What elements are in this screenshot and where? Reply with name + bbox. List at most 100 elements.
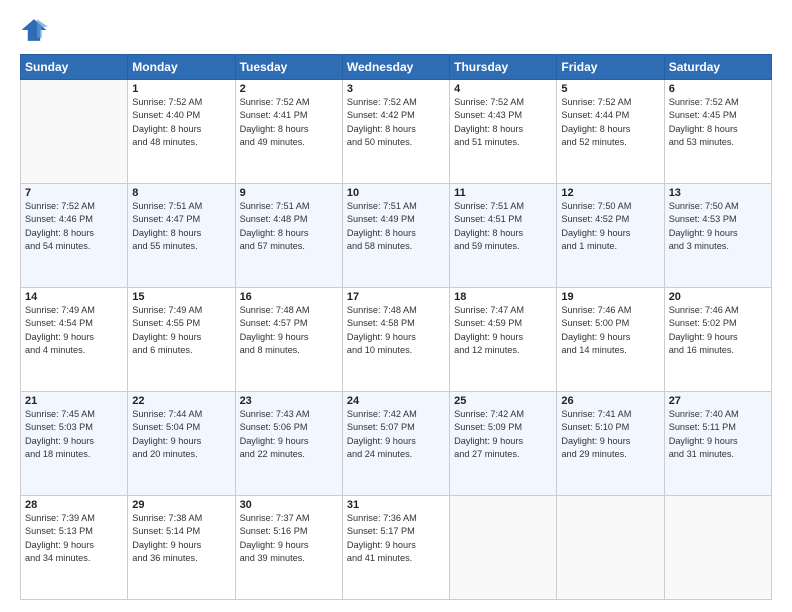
day-number: 6 [669, 83, 767, 95]
day-info: Sunrise: 7:46 AM Sunset: 5:02 PM Dayligh… [669, 304, 767, 357]
logo-icon [20, 16, 48, 44]
calendar-week-row: 14Sunrise: 7:49 AM Sunset: 4:54 PM Dayli… [21, 288, 772, 392]
day-info: Sunrise: 7:51 AM Sunset: 4:47 PM Dayligh… [132, 200, 230, 253]
day-info: Sunrise: 7:49 AM Sunset: 4:54 PM Dayligh… [25, 304, 123, 357]
day-number: 19 [561, 291, 659, 303]
day-info: Sunrise: 7:50 AM Sunset: 4:52 PM Dayligh… [561, 200, 659, 253]
day-number: 20 [669, 291, 767, 303]
day-info: Sunrise: 7:39 AM Sunset: 5:13 PM Dayligh… [25, 512, 123, 565]
day-number: 16 [240, 291, 338, 303]
day-number: 31 [347, 499, 445, 511]
day-info: Sunrise: 7:48 AM Sunset: 4:57 PM Dayligh… [240, 304, 338, 357]
day-info: Sunrise: 7:36 AM Sunset: 5:17 PM Dayligh… [347, 512, 445, 565]
day-info: Sunrise: 7:38 AM Sunset: 5:14 PM Dayligh… [132, 512, 230, 565]
calendar-cell: 22Sunrise: 7:44 AM Sunset: 5:04 PM Dayli… [128, 392, 235, 496]
calendar-cell: 8Sunrise: 7:51 AM Sunset: 4:47 PM Daylig… [128, 184, 235, 288]
day-info: Sunrise: 7:47 AM Sunset: 4:59 PM Dayligh… [454, 304, 552, 357]
day-number: 18 [454, 291, 552, 303]
calendar-week-row: 28Sunrise: 7:39 AM Sunset: 5:13 PM Dayli… [21, 496, 772, 600]
logo [20, 16, 52, 44]
calendar-cell: 19Sunrise: 7:46 AM Sunset: 5:00 PM Dayli… [557, 288, 664, 392]
calendar-cell: 31Sunrise: 7:36 AM Sunset: 5:17 PM Dayli… [342, 496, 449, 600]
day-number: 3 [347, 83, 445, 95]
calendar-cell: 17Sunrise: 7:48 AM Sunset: 4:58 PM Dayli… [342, 288, 449, 392]
day-info: Sunrise: 7:42 AM Sunset: 5:09 PM Dayligh… [454, 408, 552, 461]
weekday-header-row: SundayMondayTuesdayWednesdayThursdayFrid… [21, 55, 772, 80]
calendar-cell: 28Sunrise: 7:39 AM Sunset: 5:13 PM Dayli… [21, 496, 128, 600]
weekday-header-tuesday: Tuesday [235, 55, 342, 80]
day-number: 7 [25, 187, 123, 199]
calendar-cell: 20Sunrise: 7:46 AM Sunset: 5:02 PM Dayli… [664, 288, 771, 392]
day-info: Sunrise: 7:52 AM Sunset: 4:45 PM Dayligh… [669, 96, 767, 149]
calendar-cell [557, 496, 664, 600]
day-info: Sunrise: 7:40 AM Sunset: 5:11 PM Dayligh… [669, 408, 767, 461]
day-number: 5 [561, 83, 659, 95]
weekday-header-thursday: Thursday [450, 55, 557, 80]
day-number: 2 [240, 83, 338, 95]
day-info: Sunrise: 7:51 AM Sunset: 4:49 PM Dayligh… [347, 200, 445, 253]
day-number: 4 [454, 83, 552, 95]
calendar-cell: 30Sunrise: 7:37 AM Sunset: 5:16 PM Dayli… [235, 496, 342, 600]
day-info: Sunrise: 7:51 AM Sunset: 4:48 PM Dayligh… [240, 200, 338, 253]
day-info: Sunrise: 7:43 AM Sunset: 5:06 PM Dayligh… [240, 408, 338, 461]
day-number: 25 [454, 395, 552, 407]
calendar-cell: 21Sunrise: 7:45 AM Sunset: 5:03 PM Dayli… [21, 392, 128, 496]
calendar-cell: 18Sunrise: 7:47 AM Sunset: 4:59 PM Dayli… [450, 288, 557, 392]
calendar-week-row: 7Sunrise: 7:52 AM Sunset: 4:46 PM Daylig… [21, 184, 772, 288]
calendar-cell: 29Sunrise: 7:38 AM Sunset: 5:14 PM Dayli… [128, 496, 235, 600]
day-number: 11 [454, 187, 552, 199]
weekday-header-friday: Friday [557, 55, 664, 80]
day-number: 23 [240, 395, 338, 407]
day-info: Sunrise: 7:37 AM Sunset: 5:16 PM Dayligh… [240, 512, 338, 565]
day-number: 22 [132, 395, 230, 407]
day-info: Sunrise: 7:52 AM Sunset: 4:44 PM Dayligh… [561, 96, 659, 149]
day-info: Sunrise: 7:52 AM Sunset: 4:41 PM Dayligh… [240, 96, 338, 149]
calendar-cell: 13Sunrise: 7:50 AM Sunset: 4:53 PM Dayli… [664, 184, 771, 288]
calendar-cell: 26Sunrise: 7:41 AM Sunset: 5:10 PM Dayli… [557, 392, 664, 496]
calendar-week-row: 1Sunrise: 7:52 AM Sunset: 4:40 PM Daylig… [21, 80, 772, 184]
day-number: 21 [25, 395, 123, 407]
calendar-cell: 9Sunrise: 7:51 AM Sunset: 4:48 PM Daylig… [235, 184, 342, 288]
day-number: 27 [669, 395, 767, 407]
calendar-cell: 10Sunrise: 7:51 AM Sunset: 4:49 PM Dayli… [342, 184, 449, 288]
day-number: 10 [347, 187, 445, 199]
calendar-cell: 6Sunrise: 7:52 AM Sunset: 4:45 PM Daylig… [664, 80, 771, 184]
day-number: 30 [240, 499, 338, 511]
day-number: 12 [561, 187, 659, 199]
weekday-header-sunday: Sunday [21, 55, 128, 80]
calendar-cell: 15Sunrise: 7:49 AM Sunset: 4:55 PM Dayli… [128, 288, 235, 392]
day-number: 8 [132, 187, 230, 199]
calendar-cell [21, 80, 128, 184]
day-number: 26 [561, 395, 659, 407]
day-info: Sunrise: 7:41 AM Sunset: 5:10 PM Dayligh… [561, 408, 659, 461]
day-number: 14 [25, 291, 123, 303]
calendar-cell: 11Sunrise: 7:51 AM Sunset: 4:51 PM Dayli… [450, 184, 557, 288]
day-info: Sunrise: 7:46 AM Sunset: 5:00 PM Dayligh… [561, 304, 659, 357]
day-info: Sunrise: 7:52 AM Sunset: 4:42 PM Dayligh… [347, 96, 445, 149]
day-info: Sunrise: 7:50 AM Sunset: 4:53 PM Dayligh… [669, 200, 767, 253]
day-number: 28 [25, 499, 123, 511]
weekday-header-monday: Monday [128, 55, 235, 80]
calendar-cell: 12Sunrise: 7:50 AM Sunset: 4:52 PM Dayli… [557, 184, 664, 288]
calendar-cell: 3Sunrise: 7:52 AM Sunset: 4:42 PM Daylig… [342, 80, 449, 184]
calendar-table: SundayMondayTuesdayWednesdayThursdayFrid… [20, 54, 772, 600]
day-info: Sunrise: 7:42 AM Sunset: 5:07 PM Dayligh… [347, 408, 445, 461]
calendar-cell: 5Sunrise: 7:52 AM Sunset: 4:44 PM Daylig… [557, 80, 664, 184]
calendar-week-row: 21Sunrise: 7:45 AM Sunset: 5:03 PM Dayli… [21, 392, 772, 496]
day-number: 29 [132, 499, 230, 511]
day-info: Sunrise: 7:52 AM Sunset: 4:43 PM Dayligh… [454, 96, 552, 149]
day-info: Sunrise: 7:44 AM Sunset: 5:04 PM Dayligh… [132, 408, 230, 461]
day-info: Sunrise: 7:52 AM Sunset: 4:46 PM Dayligh… [25, 200, 123, 253]
day-number: 24 [347, 395, 445, 407]
weekday-header-saturday: Saturday [664, 55, 771, 80]
day-number: 9 [240, 187, 338, 199]
calendar-cell: 25Sunrise: 7:42 AM Sunset: 5:09 PM Dayli… [450, 392, 557, 496]
calendar-cell: 1Sunrise: 7:52 AM Sunset: 4:40 PM Daylig… [128, 80, 235, 184]
calendar-cell: 16Sunrise: 7:48 AM Sunset: 4:57 PM Dayli… [235, 288, 342, 392]
calendar-cell: 2Sunrise: 7:52 AM Sunset: 4:41 PM Daylig… [235, 80, 342, 184]
calendar-cell: 4Sunrise: 7:52 AM Sunset: 4:43 PM Daylig… [450, 80, 557, 184]
calendar-cell: 27Sunrise: 7:40 AM Sunset: 5:11 PM Dayli… [664, 392, 771, 496]
calendar-cell [450, 496, 557, 600]
day-info: Sunrise: 7:48 AM Sunset: 4:58 PM Dayligh… [347, 304, 445, 357]
day-info: Sunrise: 7:52 AM Sunset: 4:40 PM Dayligh… [132, 96, 230, 149]
